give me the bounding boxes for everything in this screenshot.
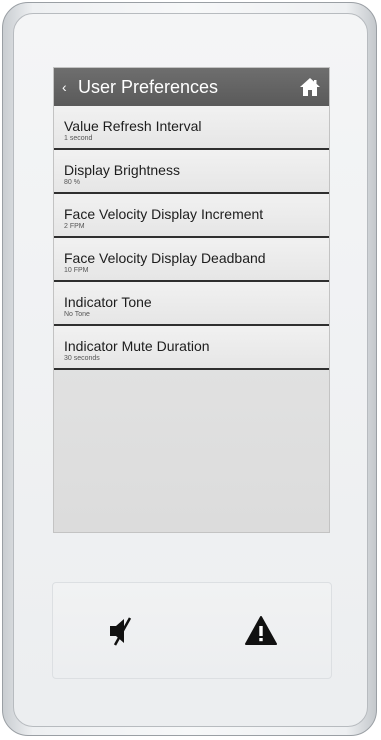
menu-item-face-velocity-display-increment[interactable]: Face Velocity Display Increment 2 FPM: [54, 194, 329, 238]
menu-item-label: Indicator Mute Duration: [64, 338, 210, 354]
menu-item-value: 80 %: [64, 179, 80, 186]
page-title: User Preferences: [78, 77, 219, 97]
menu-item-indicator-mute-duration[interactable]: Indicator Mute Duration 30 seconds: [54, 326, 329, 370]
menu-item-label: Value Refresh Interval: [64, 118, 202, 134]
preferences-list: Value Refresh Interval 1 second Display …: [54, 106, 329, 370]
menu-item-label: Face Velocity Display Increment: [64, 206, 264, 222]
menu-item-indicator-tone[interactable]: Indicator Tone No Tone: [54, 282, 329, 326]
menu-item-value-refresh-interval[interactable]: Value Refresh Interval 1 second: [54, 106, 329, 150]
menu-item-label: Indicator Tone: [64, 294, 152, 310]
home-icon[interactable]: [299, 77, 321, 97]
menu-item-value: 1 second: [64, 135, 93, 142]
menu-item-label: Display Brightness: [64, 162, 180, 178]
touch-screen: ‹ User Preferences Value Refresh Interva…: [53, 67, 330, 533]
menu-item-display-brightness[interactable]: Display Brightness 80 %: [54, 150, 329, 194]
speaker-mute-icon[interactable]: [105, 613, 141, 649]
menu-item-value: 2 FPM: [64, 223, 85, 230]
menu-item-label: Face Velocity Display Deadband: [64, 250, 266, 266]
menu-item-value: 30 seconds: [64, 355, 100, 362]
chevron-left-icon[interactable]: ‹: [62, 79, 67, 95]
menu-item-value: 10 FPM: [64, 267, 89, 274]
warning-triangle-icon[interactable]: [243, 613, 279, 649]
menu-item-face-velocity-display-deadband[interactable]: Face Velocity Display Deadband 10 FPM: [54, 238, 329, 282]
hardware-button-panel: [52, 582, 332, 679]
screen-header: ‹ User Preferences: [54, 68, 329, 106]
menu-item-value: No Tone: [64, 311, 90, 318]
